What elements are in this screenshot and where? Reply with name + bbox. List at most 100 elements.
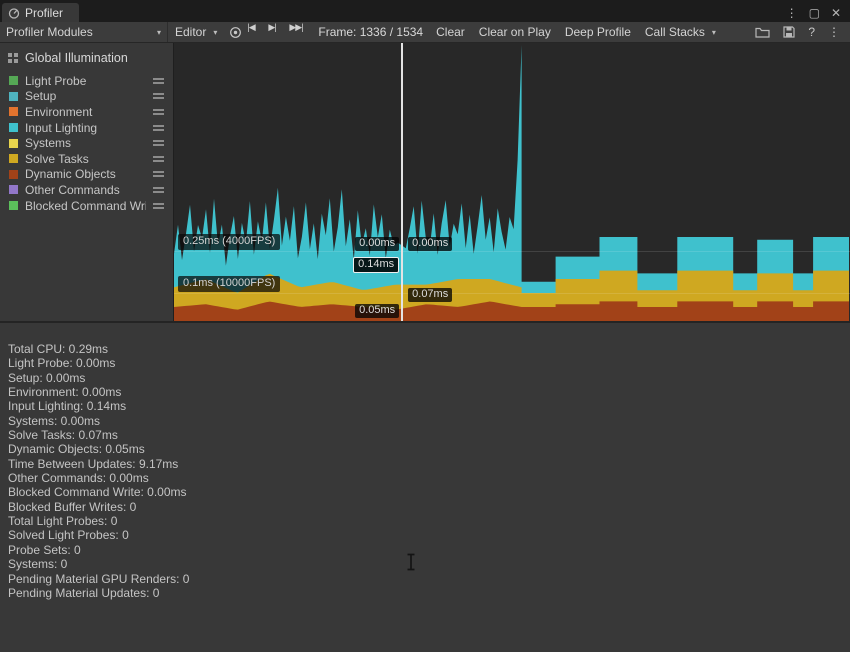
legend-color-swatch: [9, 123, 18, 132]
legend-color-swatch: [9, 154, 18, 163]
profiler-tab[interactable]: Profiler: [2, 3, 79, 22]
legend-item-blocked-command-write[interactable]: Blocked Command Write: [0, 198, 173, 214]
stats-line: Systems: 0: [8, 557, 850, 571]
stats-line: Probe Sets: 0: [8, 543, 850, 557]
legend-drag-handle-icon[interactable]: [153, 140, 164, 146]
profiler-tab-label: Profiler: [25, 6, 63, 20]
maximize-icon[interactable]: ▢: [809, 7, 820, 19]
frame-value-label: 0.05ms: [355, 304, 399, 318]
legend-color-swatch: [9, 107, 18, 116]
stats-line: Solve Tasks: 0.07ms: [8, 428, 850, 442]
legend-drag-handle-icon[interactable]: [153, 187, 164, 193]
pane-menu-icon[interactable]: ⋮: [786, 7, 798, 19]
legend-item-systems[interactable]: Systems: [0, 135, 173, 151]
legend-item-dynamic-objects[interactable]: Dynamic Objects: [0, 167, 173, 183]
frame-value-label: 0.14ms: [353, 257, 399, 273]
legend-color-swatch: [9, 170, 18, 179]
toolbar-right-icons: ? ⋮: [755, 22, 850, 42]
legend-color-swatch: [9, 139, 18, 148]
stats-line: Blocked Command Write: 0.00ms: [8, 485, 850, 499]
profiler-window: Profiler ⋮ ▢ ✕ Profiler Modules ▾ Editor…: [0, 0, 850, 652]
legend-color-swatch: [9, 201, 18, 210]
call-stacks-dropdown[interactable]: Call Stacks ▾: [638, 22, 723, 42]
legend-item-label: Other Commands: [25, 183, 146, 197]
legend-item-label: Setup: [25, 89, 146, 103]
frame-transport-controls: |◀▶|▶▶|: [247, 22, 310, 42]
legend-item-setup[interactable]: Setup: [0, 89, 173, 105]
legend-item-label: Dynamic Objects: [25, 167, 146, 181]
module-grid-icon: [7, 52, 19, 64]
stats-line: Environment: 0.00ms: [8, 385, 850, 399]
module-sidebar: Global Illumination Light ProbeSetup Envi…: [0, 43, 174, 321]
clear-button[interactable]: Clear: [429, 22, 472, 42]
legend-color-swatch: [9, 92, 18, 101]
legend-item-label: Systems: [25, 136, 146, 150]
chart-gridline-label: 0.25ms (4000FPS): [178, 234, 280, 250]
clear-on-play-toggle[interactable]: Clear on Play: [472, 22, 558, 42]
legend-item-label: Blocked Command Write: [25, 199, 146, 213]
legend-color-swatch: [9, 185, 18, 194]
chevron-down-icon: ▾: [213, 28, 217, 37]
record-button[interactable]: [224, 22, 247, 42]
text-cursor: [405, 553, 417, 571]
profiler-modules-label: Profiler Modules: [6, 25, 93, 39]
chart-gridline: [174, 251, 850, 252]
legend-drag-handle-icon[interactable]: [153, 93, 164, 99]
profiler-tab-icon: [8, 7, 20, 19]
stats-line: Total CPU: 0.29ms: [8, 342, 850, 356]
next-frame-button[interactable]: ▶|: [268, 22, 289, 42]
legend-item-label: Environment: [25, 105, 146, 119]
legend-drag-handle-icon[interactable]: [153, 109, 164, 115]
legend-item-other-commands[interactable]: Other Commands: [0, 182, 173, 198]
first-frame-button[interactable]: |◀: [247, 22, 268, 42]
legend-drag-handle-icon[interactable]: [153, 125, 164, 131]
profiler-modules-dropdown[interactable]: Profiler Modules ▾: [0, 22, 168, 42]
record-icon: [229, 26, 242, 39]
deep-profile-label: Deep Profile: [565, 25, 631, 39]
stats-line: Systems: 0.00ms: [8, 414, 850, 428]
stats-line: Pending Material Updates: 0: [8, 586, 850, 600]
legend-item-solve-tasks[interactable]: Solve Tasks: [0, 151, 173, 167]
chevron-down-icon: ▾: [157, 28, 161, 37]
legend-item-environment[interactable]: Environment: [0, 104, 173, 120]
window-controls: ⋮ ▢ ✕: [786, 7, 850, 22]
load-profile-icon[interactable]: [755, 26, 770, 38]
legend-drag-handle-icon[interactable]: [153, 78, 164, 84]
legend-drag-handle-icon[interactable]: [153, 156, 164, 162]
close-icon[interactable]: ✕: [831, 7, 841, 19]
editor-target-dropdown[interactable]: Editor ▾: [168, 22, 224, 42]
stats-line: Solved Light Probes: 0: [8, 528, 850, 542]
stats-line: Setup: 0.00ms: [8, 371, 850, 385]
stats-line: Time Between Updates: 9.17ms: [8, 457, 850, 471]
cpu-usage-chart[interactable]: 0.25ms (4000FPS) 0.1ms (10000FPS) 0.00ms 0.…: [174, 43, 850, 321]
stats-line: Blocked Buffer Writes: 0: [8, 500, 850, 514]
kebab-menu-icon[interactable]: ⋮: [828, 25, 840, 39]
profiler-main-area: Global Illumination Light ProbeSetup Envi…: [0, 43, 850, 321]
call-stacks-label: Call Stacks: [645, 25, 705, 39]
help-icon[interactable]: ?: [808, 25, 815, 39]
module-header[interactable]: Global Illumination: [0, 48, 173, 73]
profiler-toolbar: Profiler Modules ▾ Editor ▾ |◀▶|▶▶| Fram…: [0, 22, 850, 43]
legend-item-light-probe[interactable]: Light Probe: [0, 73, 173, 89]
frame-value-label: 0.00ms: [355, 237, 399, 251]
legend-color-swatch: [9, 76, 18, 85]
frame-value-label: 0.00ms: [408, 237, 452, 251]
chart-gridline: [174, 293, 850, 294]
editor-target-label: Editor: [175, 25, 206, 39]
titlebar: Profiler ⋮ ▢ ✕: [0, 0, 850, 22]
legend-drag-handle-icon[interactable]: [153, 171, 164, 177]
stats-line: Input Lighting: 0.14ms: [8, 399, 850, 413]
save-profile-icon[interactable]: [783, 26, 795, 38]
selected-frame-indicator: [401, 43, 403, 321]
chart-legend: Light ProbeSetup EnvironmentInput Lightin…: [0, 73, 173, 213]
stats-line: Total Light Probes: 0: [8, 514, 850, 528]
legend-item-label: Light Probe: [25, 74, 146, 88]
legend-item-input-lighting[interactable]: Input Lighting: [0, 120, 173, 136]
stats-line: Other Commands: 0.00ms: [8, 471, 850, 485]
chart-gridline-label: 0.1ms (10000FPS): [178, 276, 280, 292]
last-frame-button[interactable]: ▶▶|: [289, 22, 310, 42]
stats-line: Dynamic Objects: 0.05ms: [8, 442, 850, 456]
legend-drag-handle-icon[interactable]: [153, 203, 164, 209]
frame-counter: Frame: 1336 / 1534: [318, 22, 423, 42]
deep-profile-toggle[interactable]: Deep Profile: [558, 22, 638, 42]
